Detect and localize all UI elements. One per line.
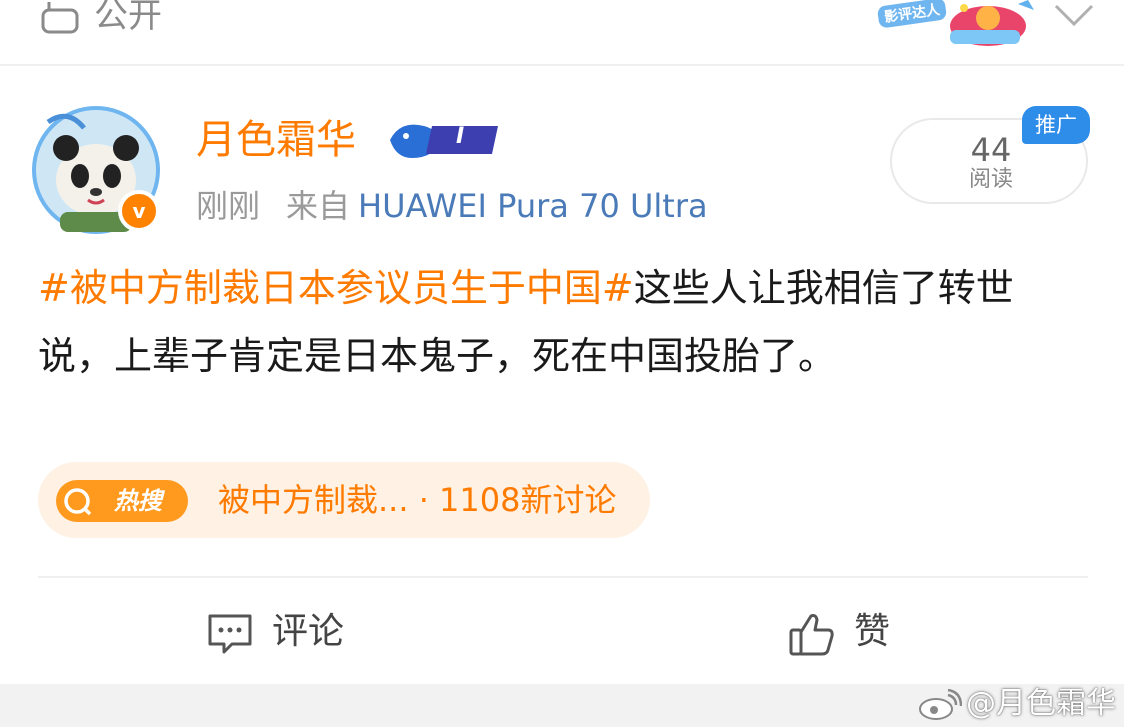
hashtag-link[interactable]: #被中方制裁日本参议员生于中国#: [38, 266, 634, 310]
visibility-label[interactable]: 公开: [94, 0, 162, 38]
divider: [38, 576, 1088, 578]
hot-search-text: 被中方制裁... · 1108新讨论: [218, 481, 617, 519]
device-link[interactable]: HUAWEI Pura 70 Ultra: [358, 187, 708, 225]
reads-label: 阅读: [968, 167, 1013, 192]
whale-level-icon: [390, 124, 498, 158]
username[interactable]: 月色霜华: [196, 114, 356, 166]
lock-icon: [41, 2, 79, 34]
comment-label: 评论: [272, 611, 345, 652]
post-meta: 刚刚 来自 HUAWEI Pura 70 Ultra: [196, 184, 708, 228]
chevron-down-icon[interactable]: [1052, 0, 1096, 30]
top-strip: 公开 影评达人: [0, 0, 1124, 66]
comment-icon: [208, 614, 252, 654]
level-number: I: [456, 124, 465, 149]
watermark: @月色霜华: [918, 684, 1116, 724]
hot-search-pill[interactable]: 热搜 被中方制裁... · 1108新讨论: [38, 462, 650, 538]
like-button[interactable]: 赞: [788, 604, 928, 660]
verified-badge: v: [118, 190, 160, 232]
hot-search-label: 热搜: [114, 487, 162, 515]
post-time: 刚刚: [196, 187, 261, 225]
hot-search-badge: 热搜: [56, 480, 208, 522]
source-prefix: 来自: [286, 187, 351, 225]
watermark-text: @月色霜华: [966, 686, 1116, 721]
comment-button[interactable]: 评论: [206, 604, 386, 660]
weibo-logo-icon: [919, 688, 962, 720]
like-label: 赞: [854, 611, 891, 652]
reviewer-badge[interactable]: 影评达人: [868, 0, 1040, 46]
post-body: #被中方制裁日本参议员生于中国#这些人让我相信了转世说，上辈子肯定是日本鬼子，死…: [38, 254, 1068, 390]
promote-tag[interactable]: 推广: [1022, 106, 1090, 144]
thumbs-up-icon: [789, 614, 834, 656]
